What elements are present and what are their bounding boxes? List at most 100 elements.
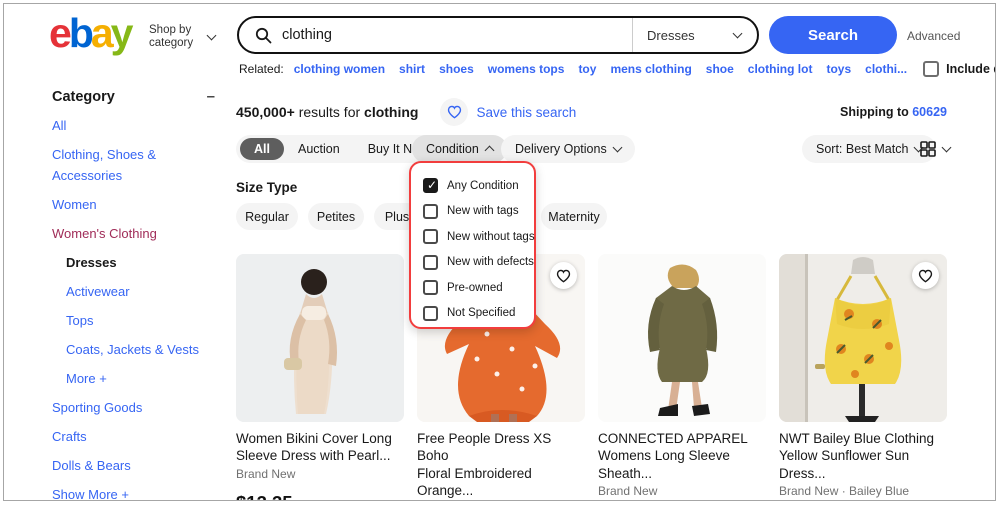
view-options-button[interactable] [914,135,956,163]
ebay-logo[interactable]: ebay [49,10,130,57]
condition-option-new-without-tags[interactable]: New without tags [423,224,534,250]
save-search-label: Save this search [476,105,576,120]
related-link[interactable]: shoe [706,62,734,76]
include-description-label: Include description [946,62,996,76]
sidebar-item-clothing-shoes-accessories[interactable]: Clothing, Shoes & Accessories [52,145,217,186]
product-condition: Brand New [598,484,766,498]
sidebar-item-dresses[interactable]: Dresses [52,253,217,274]
related-link[interactable]: mens clothing [610,62,691,76]
chevron-down-icon [612,142,622,152]
condition-dropdown: Any Condition New with tags New without … [409,161,536,329]
checkbox-icon[interactable] [423,229,438,244]
heart-icon [440,98,468,126]
include-description-checkbox[interactable] [923,61,939,77]
condition-option-pre-owned[interactable]: Pre-owned [423,275,534,301]
sidebar-item-dolls-bears[interactable]: Dolls & Bears [52,456,217,477]
sidebar-item-more[interactable]: More + [52,369,217,390]
sidebar-item-sporting-goods[interactable]: Sporting Goods [52,398,217,419]
sidebar-item-all[interactable]: All [52,116,217,137]
product-card[interactable]: CONNECTED APPAREL Womens Long Sleeve She… [598,254,766,501]
condition-option-label: New with tags [447,205,519,217]
condition-option-new-with-tags[interactable]: New with tags [423,199,534,225]
condition-option-any[interactable]: Any Condition [423,173,534,199]
logo-letter: y [111,10,131,56]
advanced-search-link[interactable]: Advanced [907,29,960,43]
condition-option-label: New without tags [447,231,535,243]
related-link[interactable]: toy [578,62,596,76]
filter-row: All Auction Buy It Now Condition Deliver… [236,135,947,163]
sidebar-item-tops[interactable]: Tops [52,311,217,332]
product-title[interactable]: NWT Bailey Blue Clothing Yellow Sunflowe… [779,430,947,482]
shop-by-category-menu[interactable]: Shop by category [149,24,215,50]
chevron-down-icon [207,30,217,40]
product-photo-sheer-dress [236,254,404,422]
related-link[interactable]: clothing lot [748,62,813,76]
chevron-down-icon [942,142,952,152]
product-condition: Brand New · Bailey Blue [779,484,947,498]
include-description: Include description [923,61,996,77]
condition-option-not-specified[interactable]: Not Specified [423,301,534,327]
checkbox-icon[interactable] [423,204,438,219]
checkbox-icon[interactable] [423,255,438,270]
price-row: $13.35 [236,492,404,501]
logo-letter: a [91,10,111,56]
related-link[interactable]: shirt [399,62,425,76]
results-grid: Women Bikini Cover Long Sleeve Dress wit… [236,254,947,501]
save-this-search[interactable]: Save this search [440,98,576,126]
search-input[interactable] [282,27,632,43]
tab-all[interactable]: All [240,138,284,160]
related-link[interactable]: clothing women [294,62,385,76]
search-category-select[interactable]: Dresses [632,18,757,52]
zip-code-link[interactable]: 60629 [912,105,947,119]
collapse-category-icon[interactable]: – [205,88,217,105]
checkbox-icon[interactable] [423,280,438,295]
checkbox-icon[interactable] [423,178,438,193]
results-count-text: 450,000+ results for clothing [236,104,418,120]
condition-filter-label: Condition [426,142,479,156]
condition-filter-button[interactable]: Condition [412,135,507,163]
shop-by-category-label: Shop by category [149,24,193,50]
tab-auction[interactable]: Auction [284,142,354,156]
product-title[interactable]: CONNECTED APPAREL Womens Long Sleeve She… [598,430,766,482]
product-condition: Brand New [236,467,404,481]
product-photo-olive-dress [598,254,766,422]
sidebar-item-activewear[interactable]: Activewear [52,282,217,303]
product-image [598,254,766,422]
results-bar: 450,000+ results for clothing Save this … [236,98,947,126]
sidebar-item-crafts[interactable]: Crafts [52,427,217,448]
size-type-regular[interactable]: Regular [236,203,298,230]
sidebar-item-show-more[interactable]: Show More + [52,485,217,501]
product-card[interactable]: Women Bikini Cover Long Sleeve Dress wit… [236,254,404,501]
search-button[interactable]: Search [769,16,897,54]
size-type-title: Size Type [236,180,297,195]
search-category-value: Dresses [647,28,695,43]
related-link[interactable]: toys [826,62,851,76]
sidebar-item-womens-clothing[interactable]: Women's Clothing [52,224,217,245]
logo-letter: b [69,10,91,56]
delivery-options-filter-button[interactable]: Delivery Options [501,135,635,163]
search-icon [255,27,272,44]
product-card[interactable]: NWT Bailey Blue Clothing Yellow Sunflowe… [779,254,947,501]
related-link[interactable]: shoes [439,62,474,76]
related-searches: Related: clothing women shirt shoes wome… [239,61,989,77]
page: ebay Shop by category Dresses Search Adv… [3,3,996,501]
checkbox-icon[interactable] [423,306,438,321]
grid-view-icon [920,141,936,157]
size-type-petites[interactable]: Petites [308,203,364,230]
condition-option-label: Any Condition [447,180,519,192]
watchlist-heart-button[interactable] [912,262,939,289]
category-section-header: Category – [52,88,217,105]
related-link[interactable]: womens tops [488,62,565,76]
sidebar-item-coats-jackets-vests[interactable]: Coats, Jackets & Vests [52,340,217,361]
condition-option-label: New with defects [447,256,534,268]
related-link[interactable]: clothi... [865,62,907,76]
sidebar-item-women[interactable]: Women [52,195,217,216]
chevron-up-icon [484,146,494,156]
size-type-maternity[interactable]: Maternity [541,203,607,230]
shipping-to: Shipping to 60629 [840,105,947,119]
watchlist-heart-button[interactable] [550,262,577,289]
product-image [236,254,404,422]
product-title[interactable]: Women Bikini Cover Long Sleeve Dress wit… [236,430,404,465]
product-title[interactable]: Free People Dress XS Boho Floral Embroid… [417,430,585,499]
condition-option-new-with-defects[interactable]: New with defects [423,250,534,276]
